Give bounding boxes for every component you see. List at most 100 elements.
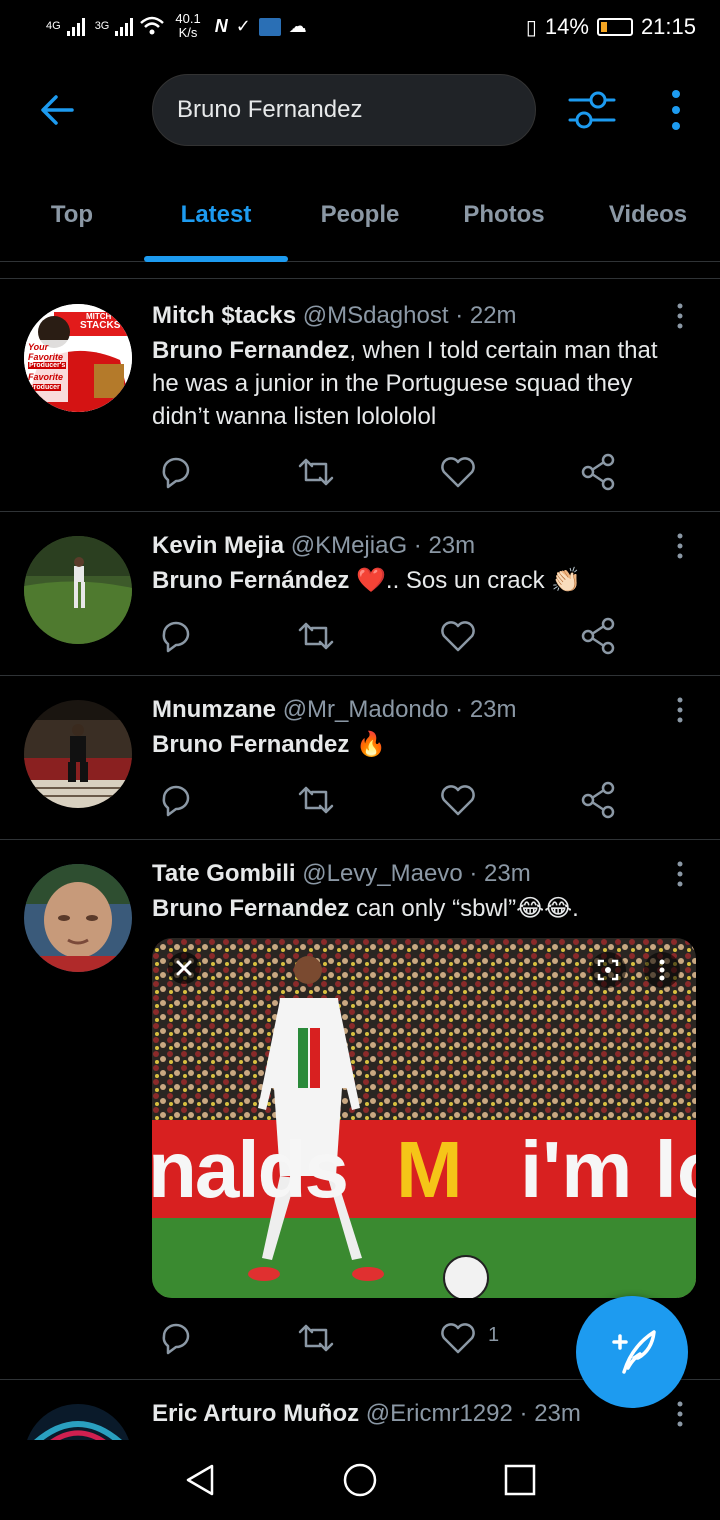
active-tab-indicator xyxy=(144,256,288,262)
avatar[interactable] xyxy=(24,1404,132,1440)
retweet-icon[interactable] xyxy=(296,780,336,820)
separator-dot: · xyxy=(469,860,478,887)
app-notification-icon xyxy=(258,17,281,36)
tweet-text-rest: can only “sbwl”😂😂. xyxy=(349,895,579,922)
tweet-more-icon[interactable] xyxy=(670,532,690,560)
tab-photos[interactable]: Photos xyxy=(432,180,576,262)
handle[interactable]: @Levy_Maevo xyxy=(302,860,462,887)
handle[interactable]: @Mr_Madondo xyxy=(283,696,449,723)
tweet[interactable]: Mnumzane @Mr_Madondo · 23m Bruno Fernand… xyxy=(0,676,720,840)
avatar-text-stacks: STACKS xyxy=(80,320,121,331)
timestamp: 23m xyxy=(534,1400,581,1427)
compose-tweet-button[interactable] xyxy=(576,1296,688,1408)
tweet-text: Bruno Fernandez, when I told certain man… xyxy=(152,334,682,433)
reply-icon[interactable] xyxy=(156,1318,196,1358)
avatar[interactable]: MITCH STACKS Your Favorite Producer's Fa… xyxy=(24,304,132,412)
retweet-icon[interactable] xyxy=(296,616,336,656)
signal-icon-1 xyxy=(66,16,85,36)
tweet-keyword[interactable]: Bruno Fernández xyxy=(152,567,349,594)
image-more-icon[interactable] xyxy=(644,952,680,988)
clock: 21:15 xyxy=(640,14,696,39)
tweet-keyword[interactable]: Bruno Fernandez xyxy=(152,337,349,364)
avatar[interactable] xyxy=(24,536,132,644)
reply-icon[interactable] xyxy=(156,616,196,656)
lens-scan-icon[interactable] xyxy=(590,952,626,988)
tweet-image[interactable]: nalds M i'm lo xyxy=(152,938,696,1298)
banner-text-nalds: nalds xyxy=(152,1125,349,1214)
avatar[interactable] xyxy=(24,700,132,808)
retweet-icon[interactable] xyxy=(296,452,336,492)
download-done-icon: ✓ xyxy=(235,15,251,36)
nav-recents-icon[interactable] xyxy=(500,1460,540,1500)
avatar[interactable] xyxy=(24,864,132,972)
tab-people[interactable]: People xyxy=(288,180,432,262)
tweet-actions: 1 xyxy=(152,1318,622,1358)
search-input[interactable]: Bruno Fernandez xyxy=(152,74,536,146)
tweet-more-icon[interactable] xyxy=(670,696,690,724)
vibrate-icon: ▯ xyxy=(525,16,537,39)
network-type-2: 3G xyxy=(94,20,110,32)
tweet-header: Tate Gombili @Levy_Maevo · 23m xyxy=(152,860,531,888)
tab-top[interactable]: Top xyxy=(0,180,144,262)
retweet-icon[interactable] xyxy=(296,1318,336,1358)
tweet[interactable]: Kevin Mejia @KMejiaG · 23m Bruno Fernánd… xyxy=(0,512,720,676)
close-icon[interactable] xyxy=(168,952,200,984)
nav-back-icon[interactable] xyxy=(180,1460,220,1500)
like-icon[interactable] xyxy=(438,452,478,492)
banner-text-im-lovin: i'm lo xyxy=(520,1125,696,1214)
tweet-header: Kevin Mejia @KMejiaG · 23m xyxy=(152,532,475,560)
tweet-more-icon[interactable] xyxy=(670,860,690,888)
share-icon[interactable] xyxy=(578,780,618,820)
handle[interactable]: @MSdaghost xyxy=(303,302,449,329)
share-icon[interactable] xyxy=(578,616,618,656)
like-icon[interactable] xyxy=(438,616,478,656)
overflow-menu-icon[interactable] xyxy=(662,88,690,132)
handle[interactable]: @KMejiaG xyxy=(291,532,407,559)
display-name[interactable]: Eric Arturo Muñoz xyxy=(152,1400,359,1427)
divider xyxy=(0,278,720,279)
display-name[interactable]: Tate Gombili xyxy=(152,860,296,887)
reply-icon[interactable] xyxy=(156,452,196,492)
status-bar: 4G 3G 40.1 K/s N ✓ ☁ ▯ 14% 21:15 xyxy=(0,0,720,56)
compose-feather-icon xyxy=(612,1330,656,1374)
tweet-text: Bruno Fernandez 🔥 xyxy=(152,728,682,761)
tweet-text: Bruno Fernandez can only “sbwl”😂😂. xyxy=(152,892,682,925)
filter-settings-icon[interactable] xyxy=(566,88,618,132)
tweet-keyword[interactable]: Bruno Fernandez xyxy=(152,895,349,922)
search-query: Bruno Fernandez xyxy=(177,96,363,123)
avatar-text-favorite-2: Favorite xyxy=(28,372,64,382)
display-name[interactable]: Mnumzane xyxy=(152,696,276,723)
avatar-text-producer: Producer xyxy=(28,384,61,391)
tweet-more-icon[interactable] xyxy=(670,302,690,330)
tweet[interactable]: MITCH STACKS Your Favorite Producer's Fa… xyxy=(0,280,720,512)
separator-dot: · xyxy=(519,1400,528,1427)
tweet-text-rest: ❤️.. Sos un crack 👏🏻 xyxy=(349,567,582,594)
system-navigation-bar xyxy=(0,1440,720,1520)
like-icon[interactable] xyxy=(438,780,478,820)
like-count: 1 xyxy=(488,1324,500,1346)
handle[interactable]: @Ericmr1292 xyxy=(366,1400,513,1427)
reply-icon[interactable] xyxy=(156,780,196,820)
share-icon[interactable] xyxy=(578,452,618,492)
wifi-icon xyxy=(140,16,165,35)
nav-home-icon[interactable] xyxy=(340,1460,380,1500)
back-arrow-icon[interactable] xyxy=(36,88,80,132)
like-icon[interactable] xyxy=(438,1318,478,1358)
tweet-text-rest: 🔥 xyxy=(349,731,386,758)
timestamp: 22m xyxy=(469,302,517,329)
tweet-keyword[interactable]: Bruno Fernandez xyxy=(152,731,349,758)
network-speed: 40.1 K/s xyxy=(175,11,201,40)
tweet-header: Mnumzane @Mr_Madondo · 23m xyxy=(152,696,517,724)
network-type-1: 4G xyxy=(46,20,61,32)
display-name[interactable]: Kevin Mejia xyxy=(152,532,284,559)
tab-videos[interactable]: Videos xyxy=(576,180,720,262)
tweet-actions xyxy=(152,616,622,656)
timestamp: 23m xyxy=(469,696,517,723)
display-name[interactable]: Mitch $tacks xyxy=(152,302,296,329)
avatar-text-favorite: Favorite xyxy=(28,352,64,362)
timestamp: 23m xyxy=(484,860,531,887)
tweet-actions xyxy=(152,780,622,820)
tweet-actions xyxy=(152,452,622,492)
tab-latest[interactable]: Latest xyxy=(144,180,288,262)
timestamp: 23m xyxy=(428,532,476,559)
